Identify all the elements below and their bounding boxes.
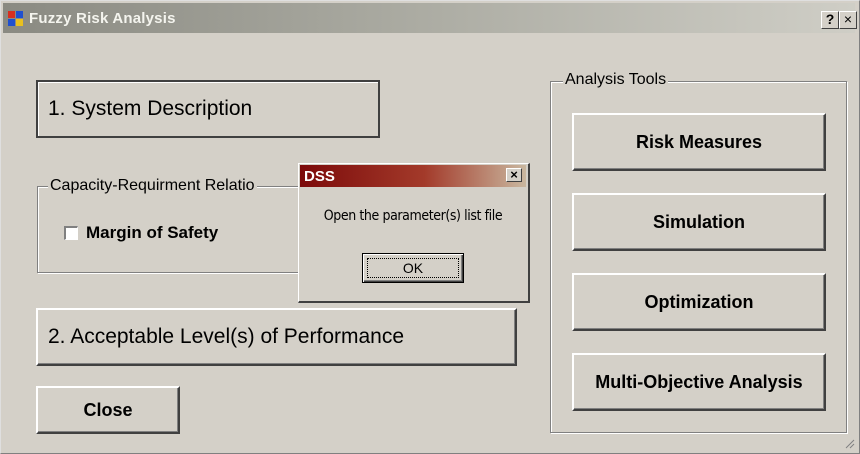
simulation-label: Simulation (652, 211, 745, 232)
multi-objective-analysis-label: Multi-Objective Analysis (595, 371, 803, 392)
risk-measures-button[interactable]: Risk Measures (572, 113, 826, 171)
acceptable-level-button[interactable]: 2. Acceptable Level(s) of Performance (36, 308, 517, 366)
close-button[interactable]: Close (36, 386, 180, 434)
margin-of-safety-checkbox[interactable] (64, 226, 78, 240)
title-bar[interactable]: Fuzzy Risk Analysis ? × (3, 3, 857, 33)
analysis-tools-label: Analysis Tools (563, 71, 669, 89)
acceptable-level-label: 2. Acceptable Level(s) of Performance (48, 325, 405, 348)
risk-measures-label: Risk Measures (635, 131, 763, 152)
dialog-message: Open the parameter(s) list file (323, 208, 503, 224)
close-button-label: Close (83, 399, 133, 420)
resize-grip-icon[interactable] (843, 437, 855, 449)
window-title: Fuzzy Risk Analysis (29, 10, 176, 27)
system-description-label: 1. System Description (48, 97, 253, 120)
dialog-title-bar[interactable]: DSS × (300, 165, 526, 187)
help-icon[interactable]: ? (821, 11, 839, 29)
ok-button[interactable]: OK (362, 253, 464, 283)
multi-objective-analysis-button[interactable]: Multi-Objective Analysis (572, 353, 826, 411)
margin-of-safety-label[interactable]: Margin of Safety (86, 223, 218, 243)
dialog-title: DSS (304, 168, 335, 185)
dss-dialog: DSS × Open the parameter(s) list file OK (298, 163, 530, 303)
main-window: Fuzzy Risk Analysis ? × 1. System Descri… (0, 0, 860, 454)
app-icon (8, 11, 24, 27)
optimization-label: Optimization (644, 291, 754, 312)
optimization-button[interactable]: Optimization (572, 273, 826, 331)
dialog-close-icon[interactable]: × (506, 168, 522, 182)
system-description-button[interactable]: 1. System Description (36, 80, 380, 138)
capacity-group-label: Capacity-Requirment Relatio (48, 177, 257, 195)
close-icon[interactable]: × (839, 11, 857, 29)
simulation-button[interactable]: Simulation (572, 193, 826, 251)
ok-button-label: OK (367, 258, 459, 278)
